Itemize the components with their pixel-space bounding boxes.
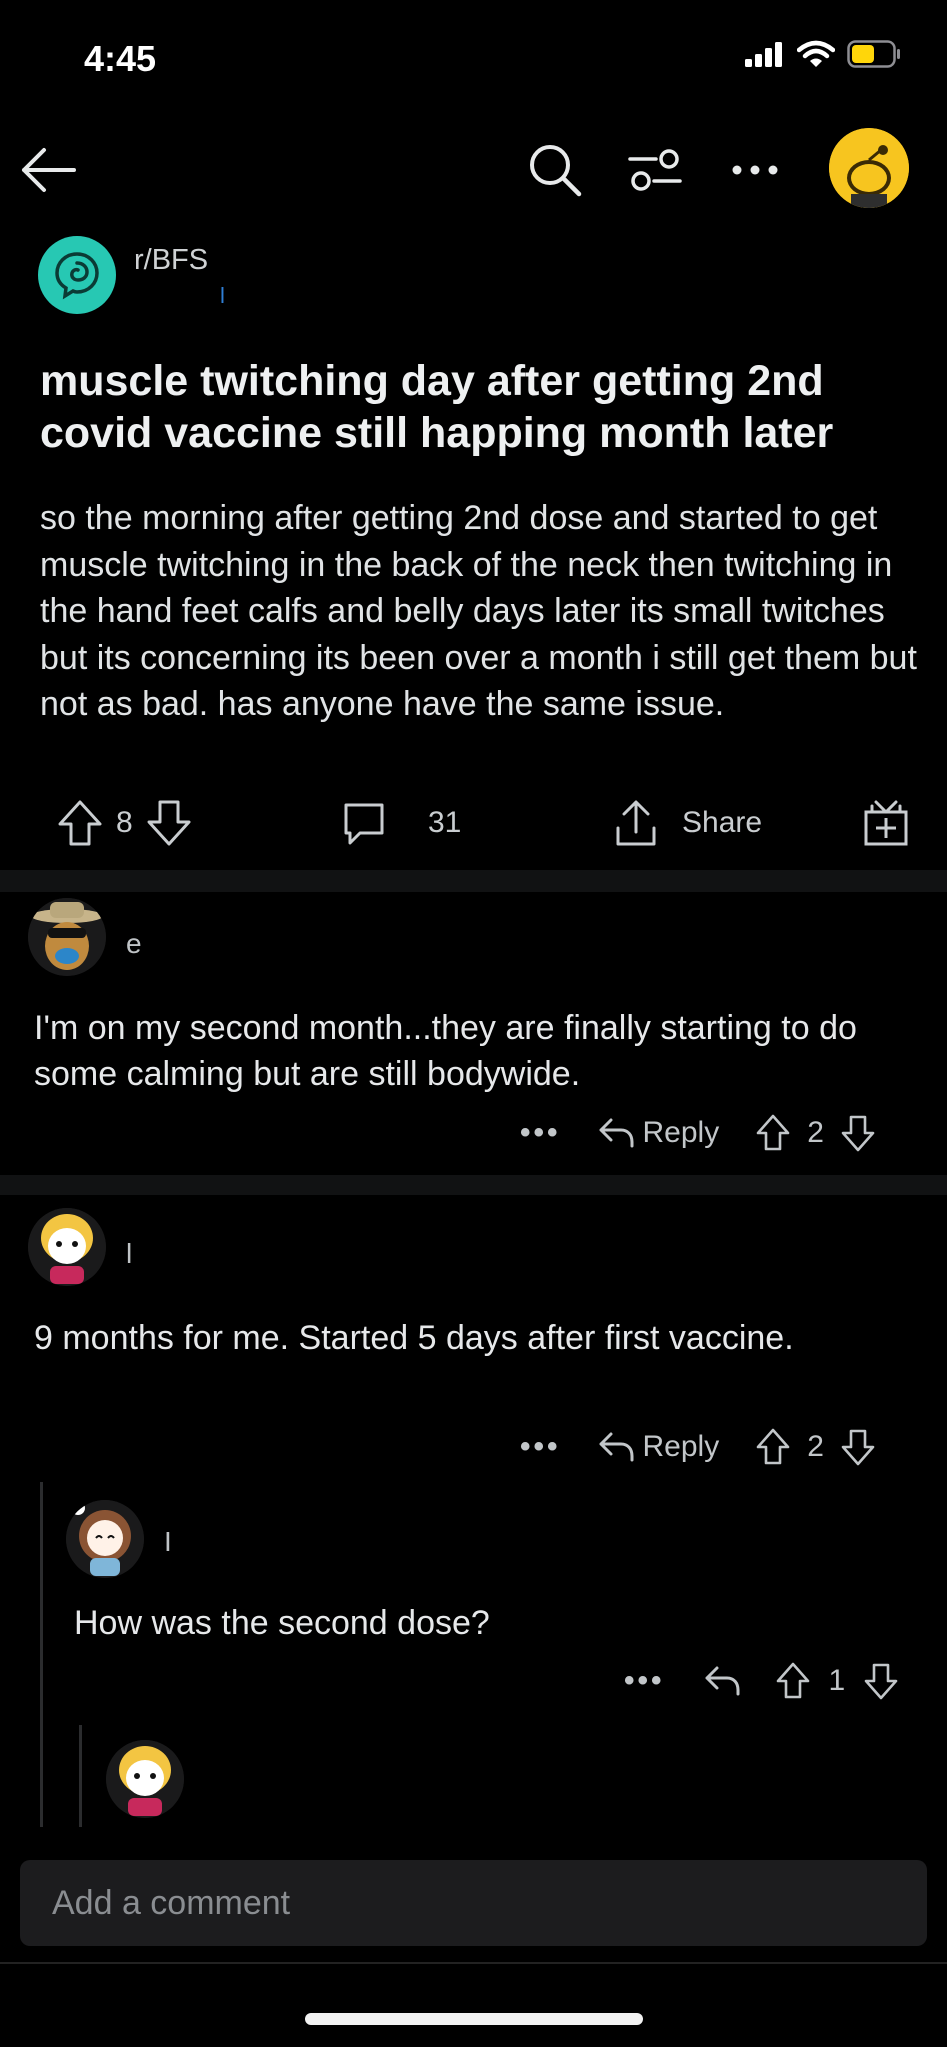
downvote-icon[interactable] <box>145 798 193 848</box>
reply-arrow-icon <box>597 1430 635 1464</box>
comment-count: 31 <box>428 806 462 839</box>
commenter-username[interactable]: l <box>126 1238 132 1270</box>
more-options-icon[interactable]: ••• <box>520 1116 561 1150</box>
more-options-icon[interactable]: ••• <box>624 1664 665 1698</box>
post-title: muscle twitching day after getting 2nd c… <box>40 357 834 457</box>
battery-icon <box>847 40 901 68</box>
thread-line[interactable] <box>79 1725 82 1827</box>
sort-filter-icon[interactable] <box>625 140 685 200</box>
comment-text: How was the second dose? <box>74 1604 490 1642</box>
reply-label: Reply <box>642 1430 720 1463</box>
downvote-icon[interactable] <box>840 1427 876 1467</box>
upvote-icon[interactable] <box>775 1661 811 1701</box>
reddit-post-screen: 4:45 r/BFS l muscle twitching day after … <box>0 0 947 2047</box>
add-comment-input[interactable]: Add a comment <box>20 1860 927 1946</box>
home-indicator[interactable] <box>305 2013 643 2025</box>
comment-actions: ••• Reply 2 <box>520 1422 876 1472</box>
award-icon[interactable] <box>862 795 910 851</box>
status-bar: 4:45 <box>0 0 947 110</box>
reply-button[interactable]: Reply <box>597 1430 720 1464</box>
status-time: 4:45 <box>84 38 157 79</box>
commenter-avatar[interactable] <box>66 1500 144 1578</box>
back-arrow-icon[interactable] <box>18 140 78 200</box>
search-icon[interactable] <box>525 140 585 200</box>
comment-item: e I'm on my second month...they are fina… <box>0 892 947 1170</box>
comment-vote-count: 2 <box>807 1116 824 1149</box>
comments-button[interactable]: 31 <box>340 795 461 851</box>
upvote-icon[interactable] <box>755 1113 791 1153</box>
reply-arrow-icon[interactable] <box>703 1664 741 1698</box>
section-divider <box>0 1175 947 1195</box>
comment-actions: ••• Reply 2 <box>520 1108 876 1158</box>
reply-button[interactable]: Reply <box>597 1116 720 1150</box>
commenter-username[interactable]: e <box>126 928 142 960</box>
wifi-icon <box>797 40 835 68</box>
upvote-icon[interactable] <box>56 798 104 848</box>
comment-actions: ••• 1 <box>624 1656 899 1706</box>
downvote-icon[interactable] <box>863 1661 899 1701</box>
status-icons <box>745 40 901 68</box>
comment-text: 9 months for me. Started 5 days after fi… <box>34 1319 794 1357</box>
more-options-icon[interactable]: ••• <box>520 1430 561 1464</box>
share-button[interactable]: Share <box>612 795 762 851</box>
commenter-avatar[interactable] <box>28 898 106 976</box>
comment-vote-count: 1 <box>828 1664 846 1697</box>
post-action-bar: 8 31 Share <box>0 795 947 855</box>
commenter-avatar[interactable] <box>28 1208 106 1286</box>
add-comment-placeholder: Add a comment <box>52 1883 291 1922</box>
nav-actions <box>525 140 785 200</box>
comment-vote-count: 2 <box>807 1430 824 1463</box>
post-vote-count: 8 <box>116 806 133 839</box>
more-options-icon[interactable] <box>725 140 785 200</box>
commenter-username[interactable]: I <box>164 1526 172 1558</box>
top-navigation <box>0 120 947 220</box>
post-body: so the morning after getting 2nd dose an… <box>40 499 917 723</box>
share-icon <box>612 798 660 848</box>
reply-label: Reply <box>642 1116 720 1149</box>
subreddit-name: r/BFS <box>134 244 209 276</box>
comment-item: l 9 months for me. Started 5 days after … <box>0 1200 947 1466</box>
bottom-divider <box>0 1962 947 1964</box>
section-divider <box>0 870 947 892</box>
downvote-icon[interactable] <box>840 1113 876 1153</box>
share-label: Share <box>682 806 763 839</box>
reply-comment-item: I How was the second dose? ••• 1 <box>0 1490 947 1710</box>
subreddit-icon <box>38 236 116 314</box>
subreddit-header[interactable]: r/BFS l <box>38 236 225 314</box>
signal-icon <box>745 41 785 67</box>
subreddit-meta: r/BFS l <box>116 236 225 309</box>
comment-bubble-icon <box>340 799 388 847</box>
post-author[interactable]: l <box>220 283 225 309</box>
user-avatar[interactable] <box>829 128 909 208</box>
reply-arrow-icon <box>597 1116 635 1150</box>
upvote-icon[interactable] <box>755 1427 791 1467</box>
post-vote-group: 8 <box>56 795 193 851</box>
commenter-avatar[interactable] <box>106 1740 184 1818</box>
comment-text: I'm on my second month...they are finall… <box>34 1009 857 1093</box>
